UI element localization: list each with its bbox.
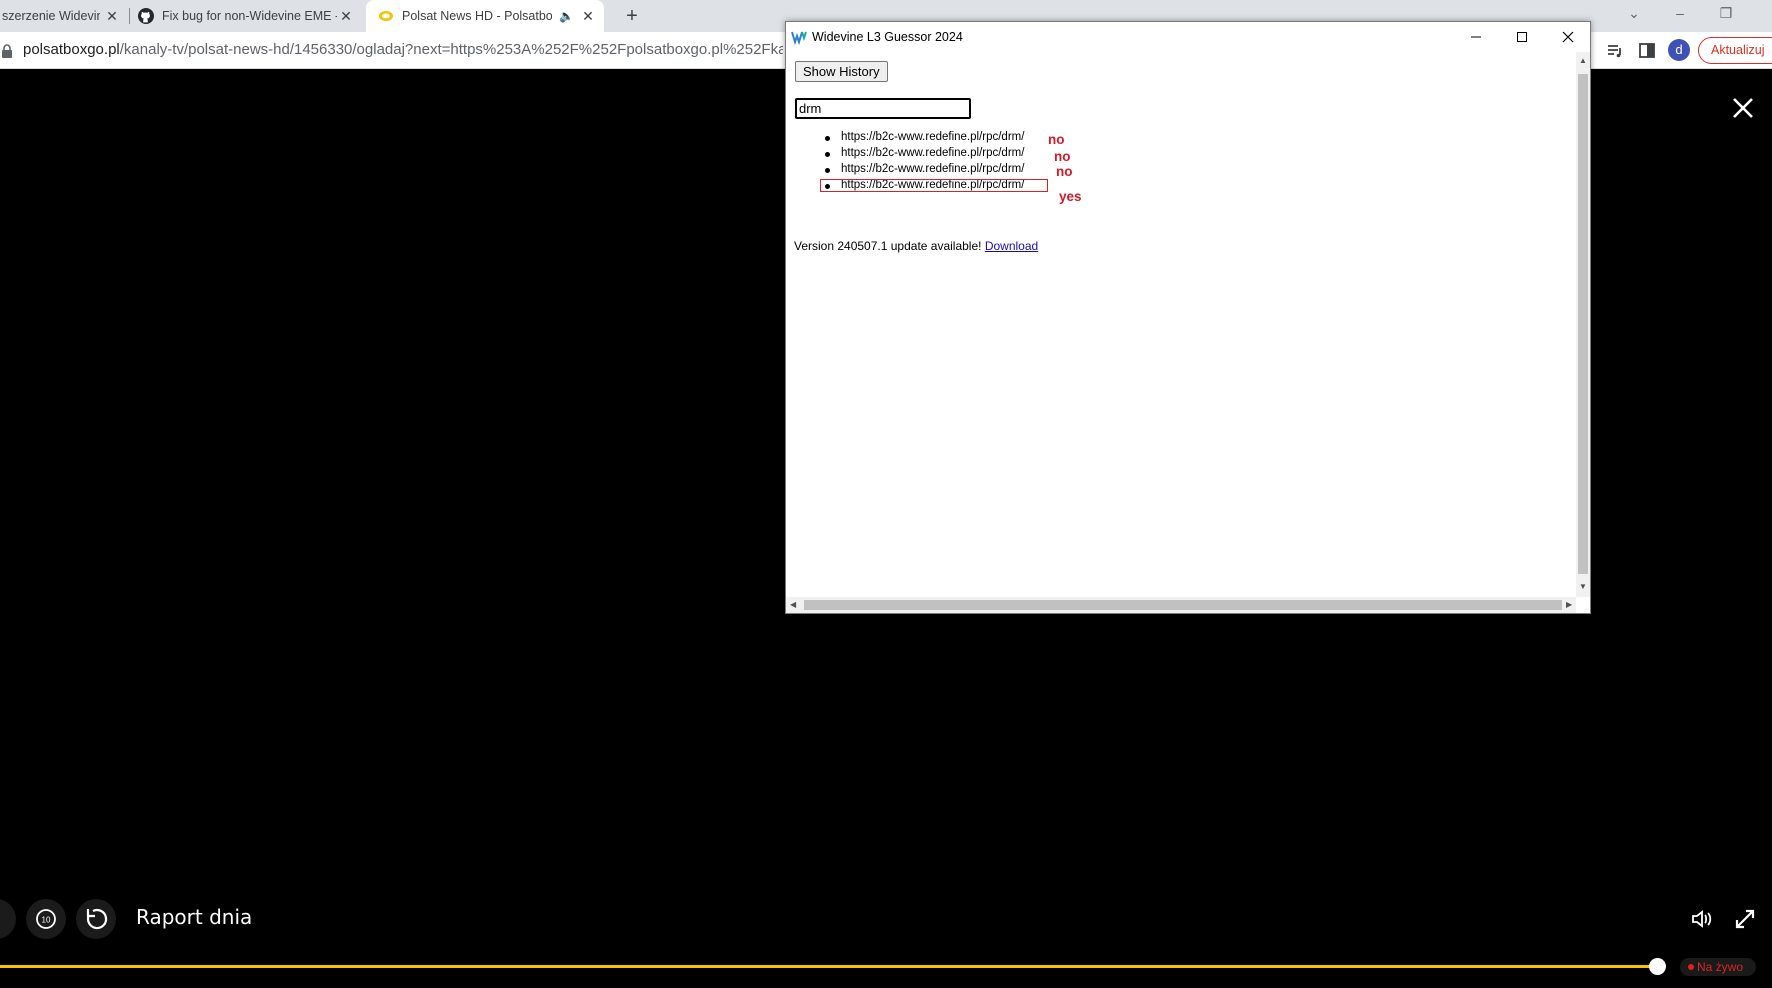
result-label: no [1056,164,1073,179]
new-tab-button[interactable]: + [620,4,644,28]
tab-github-issue[interactable]: Fix bug for non-Widevine EME - F ✕ [130,0,362,32]
tab-title: Fix bug for non-Widevine EME - F [162,9,337,23]
scrollbar-thumb[interactable] [1578,74,1588,574]
tab-title: Polsat News HD - Polsatboxgo [402,9,552,23]
rewind-10-button[interactable]: 10 [26,899,66,939]
list-item: https://b2c-www.redefine.pl/rpc/drm/ no [795,163,1195,179]
restart-icon [86,908,108,930]
popup-close-icon[interactable] [1554,26,1582,48]
show-history-button[interactable]: Show History [795,61,888,82]
lock-icon[interactable] [1,44,13,58]
live-dot-icon [1688,964,1694,970]
svg-text:10: 10 [42,916,51,925]
polsat-logo-icon [379,11,393,21]
result-label: yes [1059,189,1082,204]
show-title: Raport dnia [136,905,253,929]
scroll-right-icon[interactable]: ▶ [1566,600,1572,610]
search-input[interactable] [795,98,971,119]
update-button[interactable]: Aktualizuj [1698,37,1772,64]
highlight-box [820,179,1048,192]
progress-handle[interactable] [1649,958,1666,975]
widevine-logo-icon [791,31,807,45]
tab-polsat-news[interactable]: Polsat News HD - Polsatboxgo 🔈 ✕ [366,0,604,32]
progress-bar[interactable] [0,965,1657,968]
list-item: https://b2c-www.redefine.pl/rpc/drm/ no [795,147,1195,164]
popup-content: Show History https://b2c-www.redefine.pl… [786,52,1576,597]
profile-avatar[interactable]: d [1668,39,1690,61]
version-notice: Version 240507.1 update available! Downl… [794,239,1038,253]
rewind-10-icon: 10 [36,909,56,929]
url-path: /kanaly-tv/polsat-news-hd/1456330/oglada… [119,41,783,58]
list-item: https://b2c-www.redefine.pl/rpc/drm/ no [795,131,1195,147]
tab-widevine-extension[interactable]: szerzenie Widevine ✕ [0,0,128,32]
popup-title: Widevine L3 Guessor 2024 [812,30,963,44]
result-label: no [1054,149,1071,164]
popup-maximize-icon[interactable] [1508,26,1536,48]
side-panel-icon[interactable] [1636,40,1658,62]
scroll-up-icon[interactable]: ▲ [1579,56,1587,66]
restart-button[interactable] [76,899,116,939]
restore-icon[interactable]: ❐ [1703,0,1749,28]
version-text: Version 240507.1 update available! [794,239,985,253]
url-field[interactable]: polsatboxgo.pl/kanaly-tv/polsat-news-hd/… [23,41,783,58]
github-icon [138,8,154,24]
scroll-left-icon[interactable]: ◀ [790,600,796,610]
tab-search-icon[interactable]: ⌄ [1611,0,1657,28]
speaker-icon[interactable]: 🔈 [559,9,574,23]
result-label: no [1048,132,1065,147]
horizontal-scrollbar[interactable]: ◀ ▶ [786,597,1576,613]
tab-title: szerzenie Widevine [2,9,100,23]
live-badge[interactable]: Na żywo [1680,958,1756,976]
close-player-icon[interactable] [1732,97,1754,119]
bullet-icon [825,168,830,173]
scroll-down-icon[interactable]: ▼ [1579,582,1587,592]
extension-popup-window: Widevine L3 Guessor 2024 Show History ht… [785,21,1591,614]
license-url[interactable]: https://b2c-www.redefine.pl/rpc/drm/ [841,147,1024,159]
volume-icon[interactable] [1690,908,1714,930]
bullet-icon [825,152,830,157]
popup-titlebar[interactable]: Widevine L3 Guessor 2024 [786,22,1590,52]
download-link[interactable]: Download [985,239,1038,253]
url-host: polsatboxgo.pl [23,41,120,58]
license-url[interactable]: https://b2c-www.redefine.pl/rpc/drm/ [841,131,1024,143]
live-label: Na żywo [1697,960,1744,974]
close-icon[interactable]: ✕ [338,8,354,24]
bullet-icon [825,136,830,141]
fullscreen-icon[interactable] [1734,908,1756,930]
close-icon[interactable]: ✕ [104,8,120,24]
minimize-icon[interactable]: – [1657,0,1703,28]
media-control-icon[interactable] [1604,40,1626,62]
close-icon[interactable]: ✕ [580,8,596,24]
license-url[interactable]: https://b2c-www.redefine.pl/rpc/drm/ [841,163,1024,175]
popup-minimize-icon[interactable] [1462,26,1490,48]
scrollbar-thumb[interactable] [804,600,1562,610]
vertical-scrollbar[interactable]: ▲ ▼ [1576,52,1590,597]
